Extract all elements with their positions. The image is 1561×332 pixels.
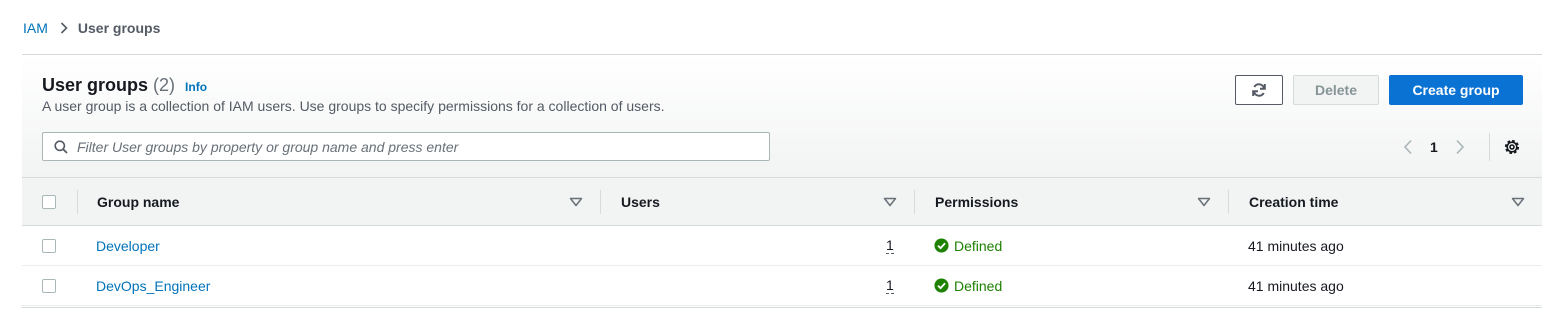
group-name-link[interactable]: DevOps_Engineer [96, 278, 210, 294]
permissions-status: Defined [934, 278, 1002, 294]
refresh-button[interactable] [1235, 75, 1283, 105]
group-count: (2) [153, 75, 176, 95]
column-divider [1228, 190, 1229, 214]
sort-caret-icon[interactable] [569, 197, 583, 207]
table-header: Group name Users Permissions Creation ti… [22, 177, 1542, 226]
table-row[interactable]: DevOps_Engineer 1 Defined 41 minutes ago [22, 266, 1542, 306]
column-header-users[interactable]: Users [621, 178, 660, 225]
breadcrumb: IAM User groups [23, 20, 160, 36]
sort-caret-icon[interactable] [1197, 197, 1211, 207]
table-row[interactable]: Developer 1 Defined 41 minutes ago [22, 226, 1542, 266]
delete-button[interactable]: Delete [1293, 75, 1379, 105]
page-description: A user group is a collection of IAM user… [42, 98, 665, 114]
column-header-creation-time[interactable]: Creation time [1249, 178, 1338, 225]
permissions-label: Defined [954, 237, 1003, 254]
pagination: 1 [1400, 136, 1468, 158]
column-header-group-name[interactable]: Group name [97, 178, 179, 225]
row-checkbox[interactable] [42, 279, 56, 293]
check-circle-icon [934, 238, 949, 253]
column-label: Users [621, 193, 660, 210]
column-label: Permissions [935, 193, 1019, 210]
breadcrumb-iam-link[interactable]: IAM [23, 20, 48, 36]
sort-caret-icon[interactable] [1511, 197, 1525, 207]
column-divider [77, 190, 78, 214]
column-header-permissions[interactable]: Permissions [935, 178, 1018, 225]
row-checkbox[interactable] [42, 239, 56, 253]
search-box[interactable] [42, 132, 770, 161]
title-row: User groups (2) Info [42, 75, 207, 96]
refresh-icon [1251, 82, 1267, 98]
info-link[interactable]: Info [185, 80, 207, 94]
check-circle-icon [934, 278, 949, 293]
search-input[interactable] [77, 138, 737, 155]
column-label: Group name [97, 193, 180, 210]
page-title: User groups [42, 75, 149, 95]
select-all-checkbox[interactable] [42, 195, 56, 209]
users-count[interactable]: 1 [886, 277, 894, 294]
create-group-button[interactable]: Create group [1389, 75, 1523, 105]
page-number[interactable]: 1 [1430, 139, 1438, 155]
breadcrumb-current: User groups [77, 20, 161, 36]
creation-time: 41 minutes ago [1248, 237, 1344, 254]
users-count[interactable]: 1 [886, 237, 894, 254]
user-groups-panel: User groups (2) Info A user group is a c… [22, 54, 1542, 308]
previous-page-icon[interactable] [1400, 139, 1416, 155]
next-page-icon[interactable] [1452, 139, 1468, 155]
panel-header: User groups (2) Info A user group is a c… [22, 55, 1542, 177]
column-divider [914, 190, 915, 214]
settings-gear-icon[interactable] [1503, 138, 1521, 156]
column-label: Creation time [1249, 193, 1339, 210]
pager-divider [1489, 133, 1490, 161]
column-divider [600, 190, 601, 214]
permissions-label: Defined [954, 277, 1003, 294]
permissions-status: Defined [934, 238, 1002, 254]
chevron-right-icon [60, 22, 68, 34]
search-icon [54, 139, 68, 154]
group-name-link[interactable]: Developer [96, 238, 160, 254]
creation-time: 41 minutes ago [1248, 277, 1344, 294]
sort-caret-icon[interactable] [883, 197, 897, 207]
